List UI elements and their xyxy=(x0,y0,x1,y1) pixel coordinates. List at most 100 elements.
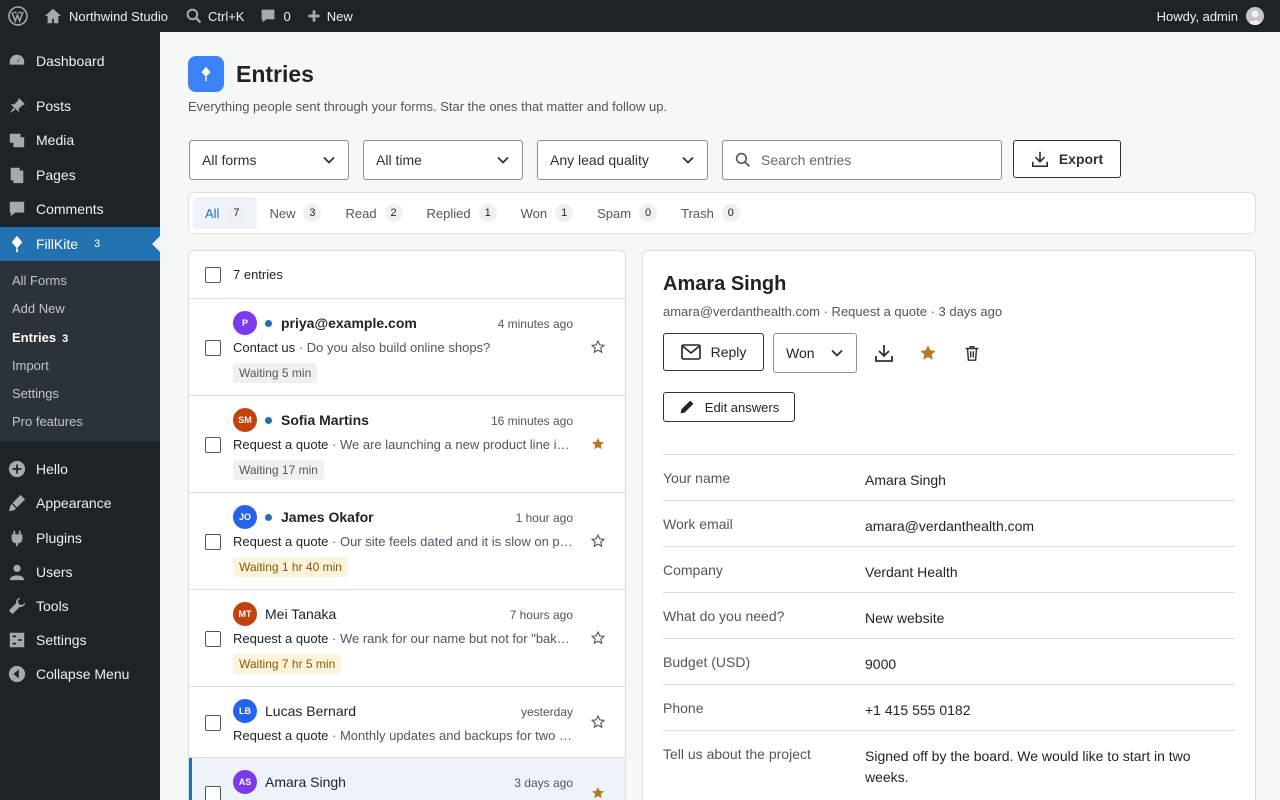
status-select[interactable]: Won xyxy=(773,333,857,373)
list-item[interactable]: P priya@example.com 4 minutes ago Contac… xyxy=(189,299,625,396)
tab-won[interactable]: Won 1 xyxy=(509,197,586,229)
download-icon xyxy=(875,345,893,362)
answer-label: Phone xyxy=(663,700,704,716)
search-shortcut: Ctrl+K xyxy=(208,8,245,24)
download-entry-button[interactable] xyxy=(872,341,896,365)
reply-label: Reply xyxy=(710,344,747,360)
star-icon[interactable] xyxy=(591,715,605,729)
sidebar-item-settings[interactable]: Settings xyxy=(0,623,160,657)
star-filled-icon[interactable] xyxy=(591,786,605,800)
submenu-entries[interactable]: Entries 3 xyxy=(12,330,68,345)
sidebar-item-dashboard[interactable]: Dashboard xyxy=(0,44,160,78)
sidebar-item-tools[interactable]: Tools xyxy=(0,589,160,623)
list-item[interactable]: AS Amara Singh 3 days ago xyxy=(189,758,625,800)
submenu-label: Entries xyxy=(12,330,57,345)
entry-checkbox[interactable] xyxy=(205,786,221,800)
waiting-badge: Waiting 5 min xyxy=(233,363,318,383)
export-label: Export xyxy=(1058,151,1104,167)
sidebar-item-comments[interactable]: Comments xyxy=(0,192,160,226)
entry-checkbox[interactable] xyxy=(205,631,221,647)
entry-form: Request a quote xyxy=(233,437,329,452)
entry-name: priya@example.com xyxy=(281,315,417,331)
avatar: P xyxy=(233,311,257,335)
tab-new[interactable]: New 3 xyxy=(257,197,333,229)
answer-value: amara@verdanthealth.com xyxy=(865,518,1035,534)
entry-checkbox[interactable] xyxy=(205,340,221,356)
export-button[interactable]: Export xyxy=(1013,140,1121,178)
answer-row: Budget (USD) 9000 xyxy=(663,639,1235,685)
edit-answers-button[interactable]: Edit answers xyxy=(663,392,795,422)
lead-quality-select[interactable]: Any lead quality xyxy=(537,140,708,180)
sidebar-item-posts[interactable]: Posts xyxy=(0,89,160,123)
tab-read[interactable]: Read 2 xyxy=(333,197,414,229)
collapse-menu-button[interactable]: Collapse Menu xyxy=(0,657,160,691)
answer-label: Your name xyxy=(663,470,731,486)
submenu-all-forms[interactable]: All Forms xyxy=(12,273,67,288)
sidebar-item-media[interactable]: Media xyxy=(0,123,160,157)
delete-entry-button[interactable] xyxy=(960,341,984,365)
reply-button[interactable]: Reply xyxy=(663,333,764,371)
search-input[interactable] xyxy=(761,152,981,168)
admin-bar: Northwind Studio Ctrl+K 0 New Howdy, adm… xyxy=(0,0,1280,32)
tab-count: 1 xyxy=(478,204,497,222)
home-icon xyxy=(44,8,62,24)
settings-icon xyxy=(9,632,25,648)
new-content-link[interactable]: New xyxy=(299,0,361,32)
entry-checkbox[interactable] xyxy=(205,534,221,550)
sidebar-item-appearance[interactable]: Appearance xyxy=(0,486,160,520)
fillkite-logo xyxy=(188,56,224,92)
site-name-link[interactable]: Northwind Studio xyxy=(36,0,176,32)
entry-preview: Request a quote · We are launching a new… xyxy=(233,437,575,452)
select-all-checkbox[interactable] xyxy=(205,266,221,283)
tab-count: 0 xyxy=(639,204,658,222)
avatar: LB xyxy=(233,699,257,723)
submenu-import[interactable]: Import xyxy=(12,358,49,373)
star-entry-button[interactable] xyxy=(916,341,940,365)
answer-value: Signed off by the board. We would like t… xyxy=(865,748,1191,785)
account-menu[interactable]: Howdy, admin xyxy=(1149,0,1272,32)
comments-link[interactable]: 0 xyxy=(252,0,298,32)
submenu-settings[interactable]: Settings xyxy=(12,386,59,401)
time-filter-select[interactable]: All time xyxy=(363,140,523,180)
entry-time: 1 hour ago xyxy=(515,511,573,525)
submenu-pro-features[interactable]: Pro features xyxy=(12,414,83,429)
command-search[interactable]: Ctrl+K xyxy=(178,0,252,32)
sidebar-item-users[interactable]: Users xyxy=(0,555,160,589)
trash-icon xyxy=(965,345,979,361)
entry-checkbox[interactable] xyxy=(205,437,221,453)
search-entries xyxy=(722,140,1002,180)
avatar: AS xyxy=(233,770,257,794)
list-item[interactable]: JO James Okafor 1 hour ago Request a quo… xyxy=(189,493,625,590)
star-filled-icon[interactable] xyxy=(591,437,605,451)
tab-replied[interactable]: Replied 1 xyxy=(415,197,509,229)
tab-label: Won xyxy=(520,205,548,221)
list-item[interactable]: MT Mei Tanaka 7 hours ago Request a quot… xyxy=(189,590,625,687)
list-item[interactable]: LB Lucas Bernard yesterday Request a quo… xyxy=(189,687,625,758)
sidebar-item-pages[interactable]: Pages xyxy=(0,158,160,192)
sidebar-label: Appearance xyxy=(36,495,112,511)
entry-form: Request a quote xyxy=(233,631,329,646)
new-label: New xyxy=(326,8,353,24)
list-item[interactable]: SM Sofia Martins 16 minutes ago Request … xyxy=(189,396,625,493)
tab-trash[interactable]: Trash 0 xyxy=(669,197,752,229)
sidebar-item-hello[interactable]: Hello xyxy=(0,452,160,486)
form-filter-select[interactable]: All forms xyxy=(189,140,349,180)
submenu-add-new[interactable]: Add New xyxy=(12,301,65,316)
star-icon[interactable] xyxy=(591,340,605,354)
sidebar-label: Users xyxy=(36,564,73,580)
pencil-icon xyxy=(680,400,694,414)
sidebar-item-fillkite[interactable]: FillKite 3 xyxy=(0,227,160,261)
answer-value: Amara Singh xyxy=(865,472,946,488)
entry-checkbox[interactable] xyxy=(205,715,221,731)
search-icon xyxy=(735,152,751,168)
star-icon[interactable] xyxy=(591,534,605,548)
dashboard-icon xyxy=(9,54,25,65)
tab-all[interactable]: All 7 xyxy=(193,197,258,229)
sidebar-label: Plugins xyxy=(36,530,82,546)
tab-spam[interactable]: Spam 0 xyxy=(585,197,669,229)
entry-name: Sofia Martins xyxy=(281,412,369,428)
star-icon[interactable] xyxy=(591,631,605,645)
wordpress-logo-icon[interactable] xyxy=(0,0,36,32)
tab-count: 0 xyxy=(721,204,740,222)
sidebar-item-plugins[interactable]: Plugins xyxy=(0,521,160,555)
